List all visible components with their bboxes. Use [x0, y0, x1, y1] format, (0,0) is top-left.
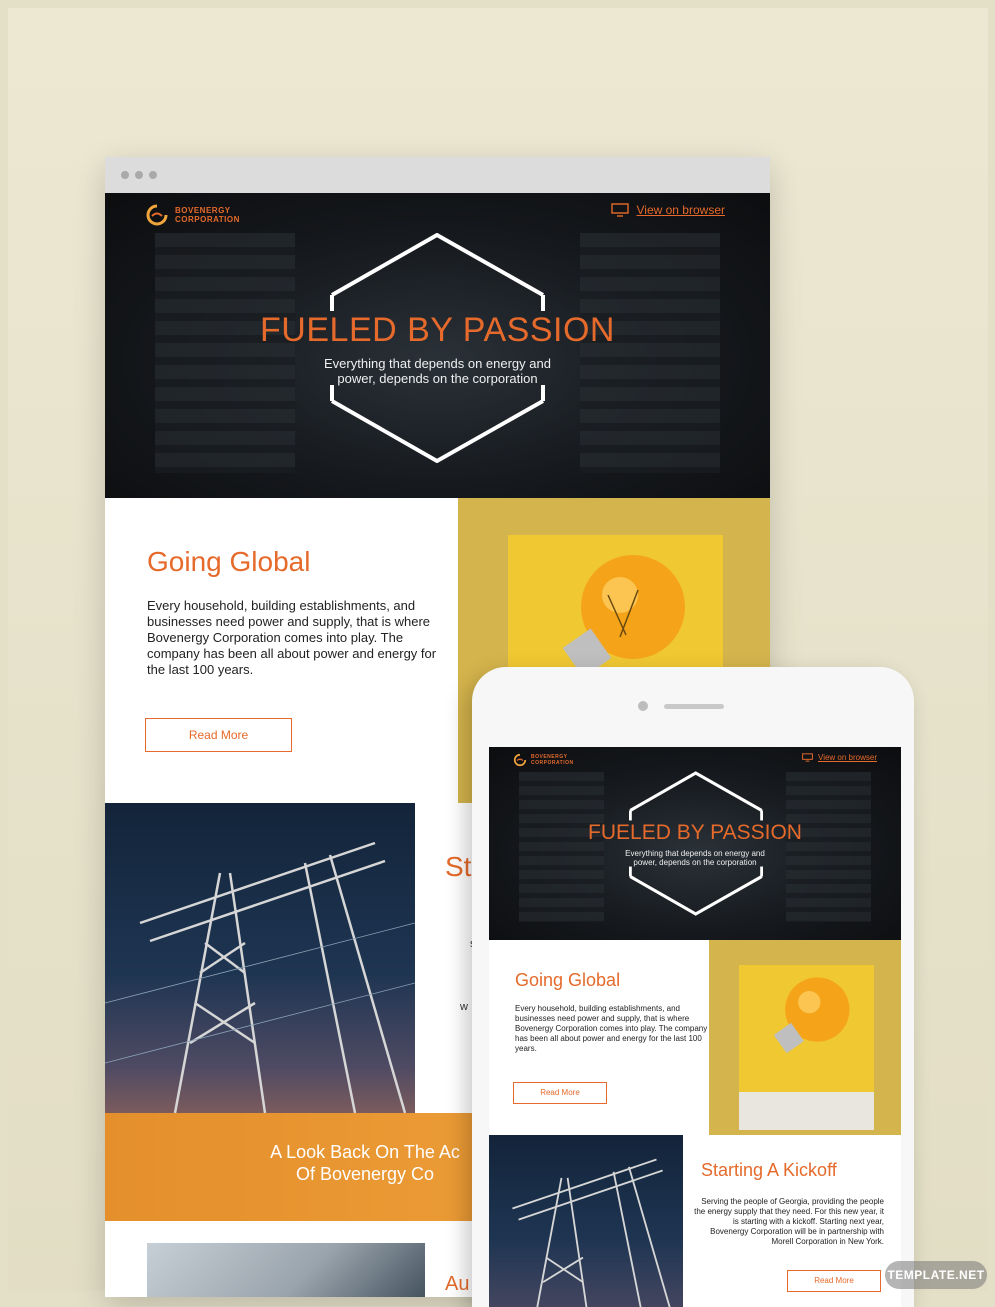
hero-subtitle: Everything that depends on energy and po… — [105, 356, 770, 386]
mobile-hero-subtitle: Everything that depends on energy and po… — [489, 849, 901, 867]
going-global-text-panel: Going Global Every household, building e… — [105, 498, 458, 803]
watermark-badge: TEMPLATE.NET — [885, 1261, 987, 1289]
view-on-browser-link[interactable]: View on browser — [610, 203, 726, 217]
hero-banner: BOVENERGY CORPORATION View on browser FU… — [105, 193, 770, 498]
hero-subtitle-line1: Everything that depends on energy and — [625, 849, 765, 858]
logo-mark-icon — [146, 204, 168, 226]
section-text-fragment: w — [460, 1001, 468, 1013]
window-dot-icon — [135, 171, 143, 179]
logo-mark-icon — [513, 753, 527, 767]
logo-line2: CORPORATION — [531, 760, 574, 766]
phone-camera-icon — [638, 701, 648, 711]
server-rack-left — [155, 233, 295, 473]
read-more-button[interactable]: Read More — [145, 718, 292, 752]
power-tower-image — [489, 1135, 683, 1307]
section-title-fragment: St — [445, 851, 472, 882]
mobile-hero-banner: BOVENERGY CORPORATION View on browser FU… — [489, 747, 901, 940]
brand-logo[interactable]: BOVENERGY CORPORATION — [145, 203, 240, 227]
window-dot-icon — [149, 171, 157, 179]
phone-screen: BOVENERGY CORPORATION View on browser FU… — [489, 747, 901, 1307]
bulb-stand — [739, 1092, 874, 1130]
mobile-hero-title: FUELED BY PASSION — [588, 821, 802, 844]
logo-text: BOVENERGY CORPORATION — [531, 754, 574, 766]
mobile-view-on-browser-link[interactable]: View on browser — [802, 753, 877, 762]
transmission-tower-icon — [512, 1158, 671, 1307]
server-rack-left — [519, 772, 604, 922]
light-bulb-image — [739, 965, 874, 1130]
view-link-label: View on browser — [818, 753, 877, 762]
phone-speaker-icon — [664, 704, 724, 709]
server-rack-right — [580, 233, 720, 473]
browser-toolbar — [105, 157, 770, 193]
logo-text: BOVENERGY CORPORATION — [175, 206, 240, 224]
read-more-button[interactable]: Read More — [513, 1082, 607, 1104]
section-body: Every household, building establishments… — [147, 598, 437, 677]
hero-subtitle-line2: power, depends on the corporation — [633, 858, 757, 867]
server-rack-right — [786, 772, 871, 922]
going-global-image-panel — [709, 940, 901, 1135]
logo-line1: BOVENERGY — [175, 206, 231, 215]
window-dot-icon — [121, 171, 129, 179]
hero-subtitle-line2: power, depends on the corporation — [337, 371, 538, 386]
section-title: Starting A Kickoff — [701, 1160, 837, 1180]
light-bulb-icon — [773, 977, 850, 1054]
mobile-going-global-section: Going Global Every household, building e… — [489, 940, 901, 1135]
section-title: Going Global — [515, 970, 621, 990]
mobile-brand-logo[interactable]: BOVENERGY CORPORATION — [513, 753, 574, 767]
section-title-fragment: Au — [445, 1273, 470, 1295]
handshake-image — [147, 1243, 425, 1297]
read-more-button[interactable]: Read More — [787, 1270, 881, 1292]
monitor-icon — [610, 203, 629, 217]
going-global-text-panel: Going Global Every household, building e… — [489, 940, 709, 1135]
monitor-icon — [802, 753, 813, 762]
mobile-starting-kickoff-section: Starting A Kickoff Serving the people of… — [489, 1135, 901, 1307]
hero-title: FUELED BY PASSION — [260, 311, 615, 349]
view-link-label: View on browser — [636, 203, 726, 217]
hero-subtitle-line1: Everything that depends on energy and — [324, 356, 551, 371]
section-title: Going Global — [147, 546, 311, 577]
mobile-phone-mockup: BOVENERGY CORPORATION View on browser FU… — [472, 667, 914, 1307]
section-body: Every household, building establishments… — [515, 1004, 708, 1053]
section-body: Serving the people of Georgia, providing… — [694, 1197, 884, 1246]
transmission-tower-icon — [105, 841, 415, 1113]
power-tower-image — [105, 803, 415, 1113]
logo-line2: CORPORATION — [175, 215, 240, 224]
